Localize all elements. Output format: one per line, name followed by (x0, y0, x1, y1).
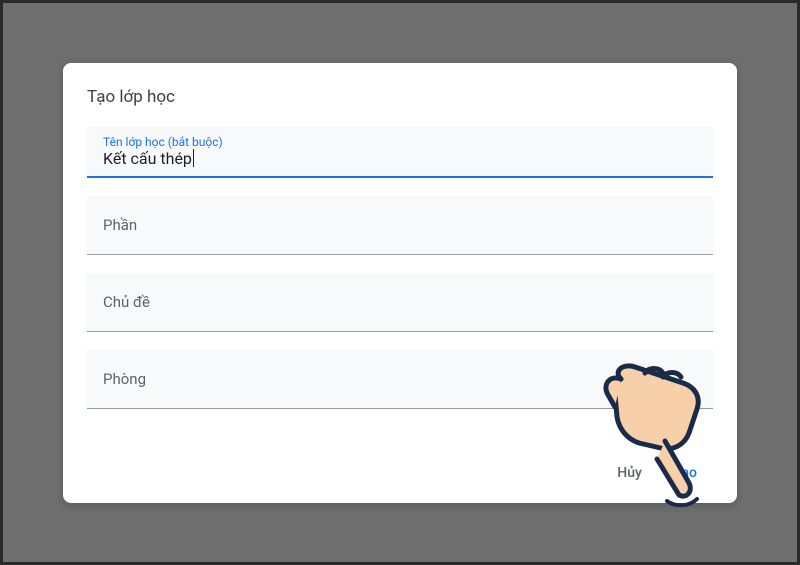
room-field[interactable]: Phòng (87, 350, 713, 409)
class-name-input[interactable]: Kết cấu thép (103, 149, 192, 168)
room-placeholder: Phòng (103, 350, 697, 408)
subject-field[interactable]: Chủ đề (87, 273, 713, 332)
create-button[interactable]: Tạo (670, 459, 701, 487)
class-name-label: Tên lớp học (bắt buộc) (103, 127, 697, 149)
create-class-dialog: Tạo lớp học Tên lớp học (bắt buộc) Kết c… (63, 63, 737, 503)
section-placeholder: Phần (103, 196, 697, 254)
dialog-title: Tạo lớp học (87, 87, 713, 107)
class-name-field[interactable]: Tên lớp học (bắt buộc) Kết cấu thép (87, 127, 713, 178)
text-cursor (193, 149, 194, 167)
dialog-actions: Hủy Tạo (87, 459, 713, 487)
cancel-button[interactable]: Hủy (613, 459, 646, 487)
subject-placeholder: Chủ đề (103, 273, 697, 331)
section-field[interactable]: Phần (87, 196, 713, 255)
